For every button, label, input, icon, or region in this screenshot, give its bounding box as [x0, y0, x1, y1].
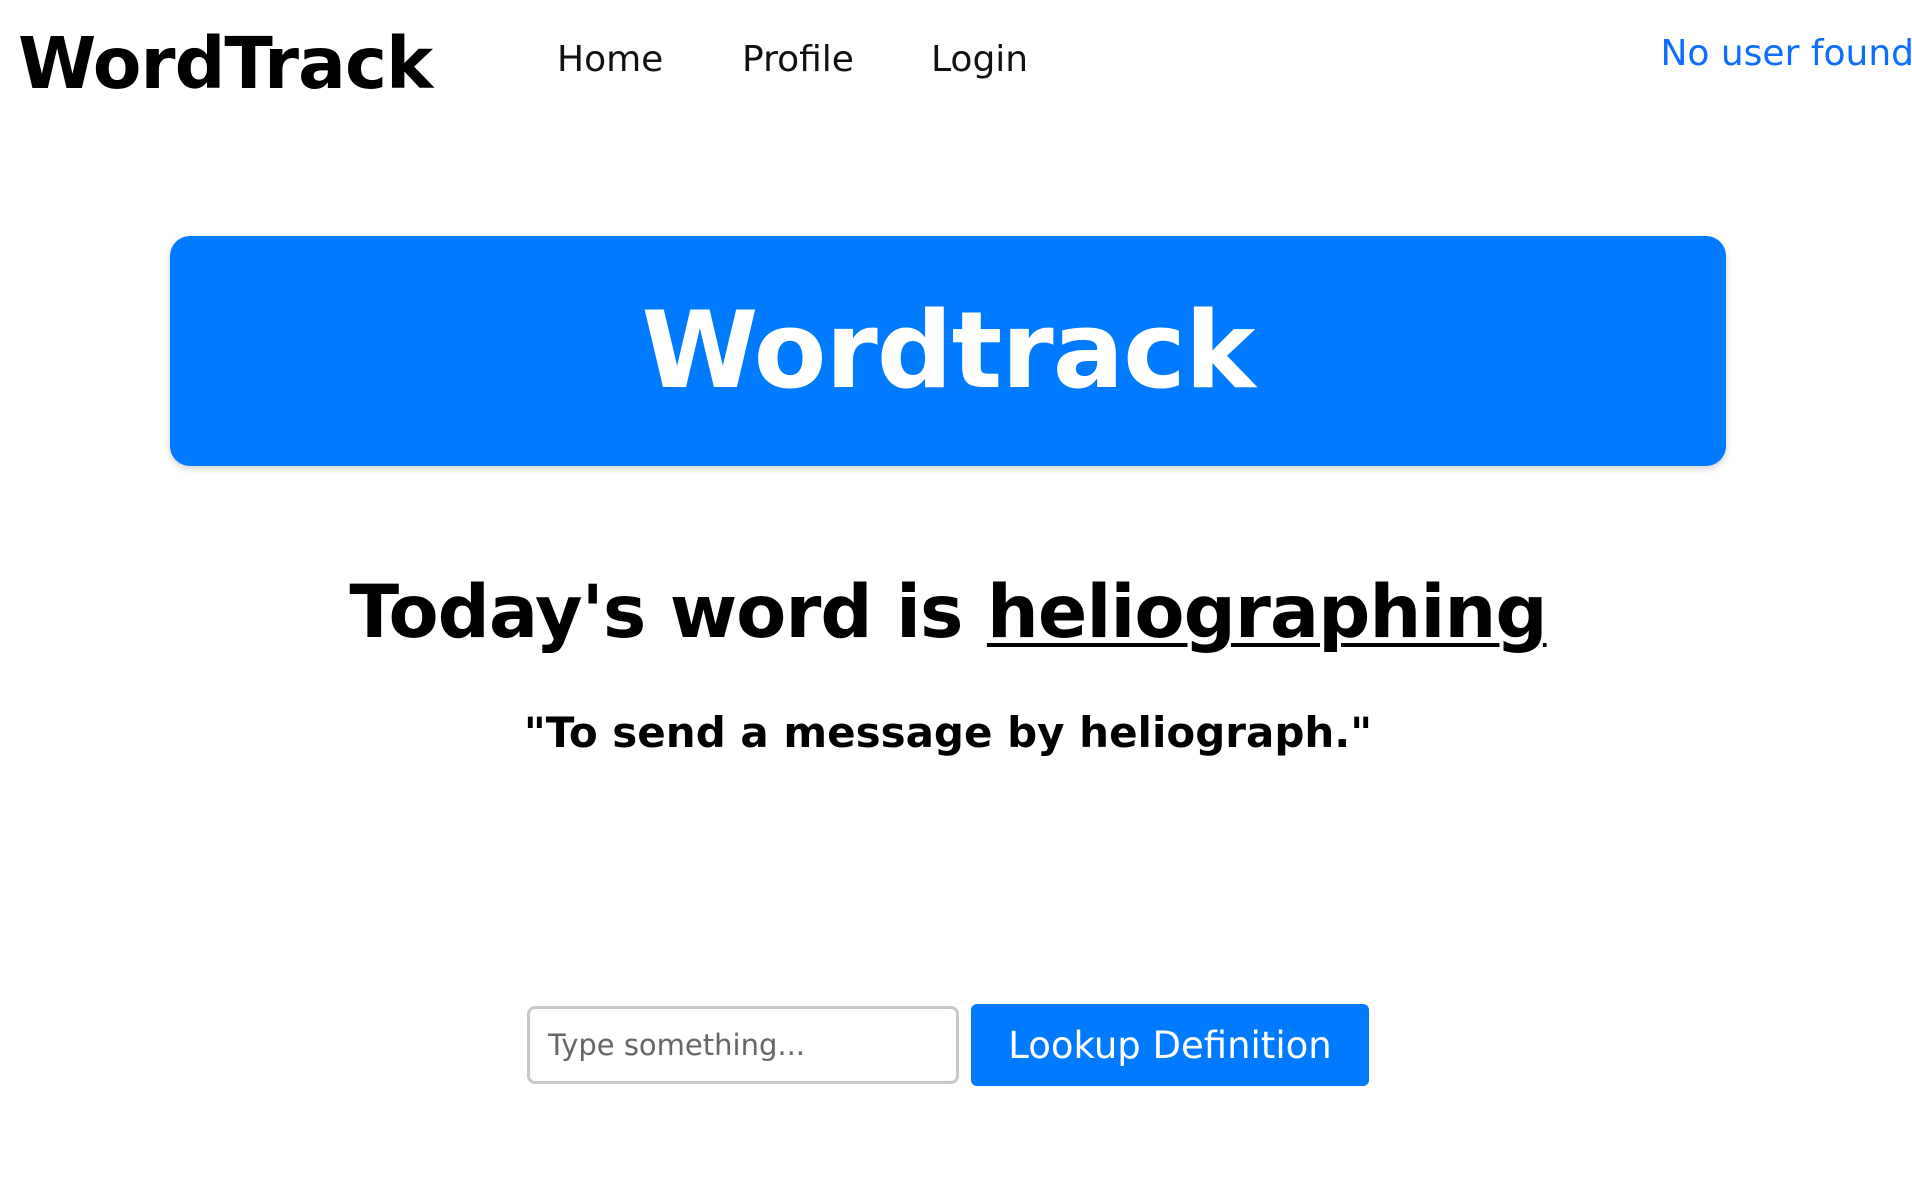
nav-login-link[interactable]: Login [931, 36, 1028, 84]
hero-title: Wordtrack [641, 289, 1256, 412]
todays-word-link[interactable]: heliographing [987, 570, 1548, 655]
nav-home-link[interactable]: Home [557, 36, 663, 84]
lookup-form: Lookup Definition [527, 1004, 1369, 1086]
hero-banner: Wordtrack [170, 236, 1726, 466]
wordtrack-page: WordTrack Home Profile Login No user fou… [0, 0, 1912, 1179]
top-navigation: WordTrack Home Profile Login No user fou… [0, 0, 1912, 130]
todays-word-prefix: Today's word is [349, 570, 987, 655]
lookup-input[interactable] [527, 1006, 959, 1084]
todays-word-heading: Today's word is heliographing [0, 568, 1896, 658]
word-definition: "To send a message by heliograph." [523, 708, 1373, 757]
user-status-link[interactable]: No user found [1660, 30, 1912, 78]
brand-logo-text[interactable]: WordTrack [18, 22, 433, 106]
nav-profile-link[interactable]: Profile [742, 36, 854, 84]
lookup-definition-button[interactable]: Lookup Definition [971, 1004, 1369, 1086]
